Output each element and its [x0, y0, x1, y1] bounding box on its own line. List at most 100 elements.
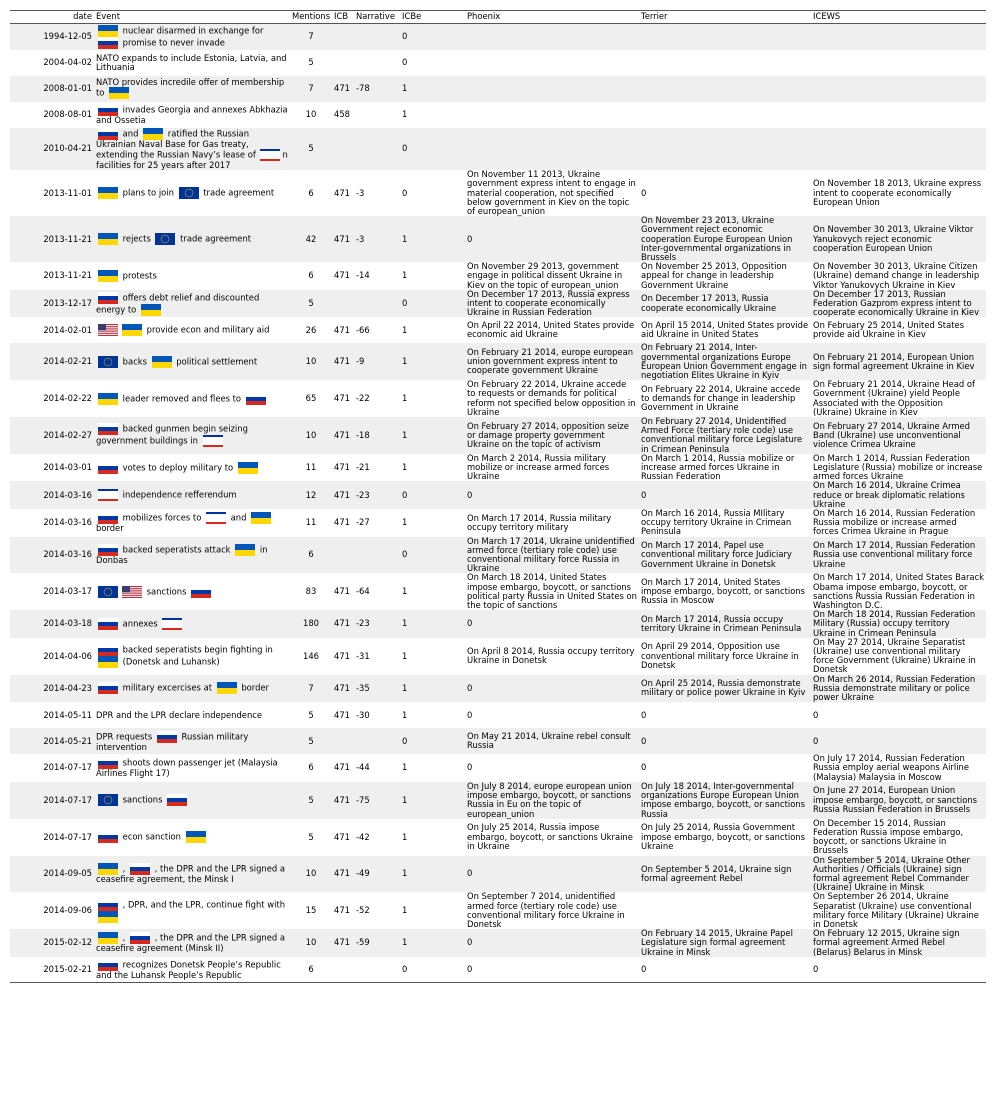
events-table: date Event Mentions ICB Narrative ICBe P… — [10, 9, 986, 984]
date-cell: 2014-03-01 — [43, 462, 92, 472]
icb-cell: 471 — [334, 709, 350, 720]
narrative-cell — [354, 50, 400, 76]
icbe-cell: 1 — [402, 794, 408, 805]
table-row: 2013-11-21 protests 6 471 -14 1 On November 2… — [10, 262, 986, 290]
date-cell: 1994-12-05 — [43, 31, 92, 42]
ukraine-flag-icon — [98, 656, 118, 669]
terrier-cell — [639, 24, 811, 50]
phoenix-cell: On July 8 2014, europe european union im… — [467, 780, 632, 819]
phoenix-cell: 0 — [467, 937, 473, 948]
header-icews: ICEWS — [811, 9, 986, 25]
icews-cell: 0 — [813, 709, 819, 720]
phoenix-cell: On March 17 2014, Ukraine unidentified a… — [467, 535, 635, 574]
ukraine-flag-icon — [237, 461, 258, 474]
narrative-cell — [354, 956, 400, 984]
icbe-cell: 1 — [402, 462, 408, 472]
mentions-cell: 5 — [308, 735, 314, 746]
mentions-cell: 7 — [308, 83, 314, 94]
icews-cell: On November 18 2013, Ukraine express int… — [813, 178, 982, 207]
event-text: recognizes Donetsk People’s Republic and… — [96, 959, 281, 980]
event-cell: econ sanction — [94, 819, 290, 856]
icb-cell: 471 — [334, 831, 350, 842]
icews-cell: On March 17 2014, Russian Federation Rus… — [813, 540, 976, 569]
icb-cell: 471 — [334, 937, 350, 948]
table-row: 2014-09-05 , , the DPR and the LPR signe… — [10, 855, 986, 893]
terrier-cell: On July 18 2014, Inter-governmental orga… — [641, 780, 805, 819]
terrier-cell: 0 — [641, 489, 647, 500]
mentions-cell: 11 — [305, 462, 317, 472]
icb-cell: 471 — [334, 233, 350, 244]
icb-cell: 471 — [334, 324, 350, 335]
terrier-cell: 0 — [641, 187, 647, 198]
icbe-cell: 1 — [402, 937, 408, 948]
date-cell: 2014-03-17 — [43, 586, 92, 597]
date-cell: 2014-03-16 — [43, 517, 92, 528]
event-cell: recognizes Donetsk People’s Republic and… — [94, 956, 290, 984]
russia-flag-icon — [98, 831, 118, 844]
terrier-cell: 0 — [639, 956, 811, 984]
event-text: plans to join — [120, 187, 177, 198]
icb-cell: 471 — [334, 462, 350, 472]
icews-cell: On December 17 2013, Russian Federation … — [813, 288, 980, 318]
icbe-cell: 1 — [402, 905, 408, 916]
event-cell: backed seperatists attack in Donbas — [94, 537, 290, 574]
icews-cell: On February 21 2014, European Union sign… — [813, 351, 975, 371]
russia-flag-icon — [191, 585, 212, 598]
date-cell: 2014-09-06 — [43, 905, 92, 916]
russia-flag-icon — [98, 36, 118, 49]
icb-cell — [332, 24, 354, 50]
icews-cell: On June 27 2014, European Union impose e… — [813, 785, 977, 814]
mentions-cell: 5 — [308, 831, 314, 842]
phoenix-cell: On December 17 2013, Russia express inte… — [467, 288, 630, 318]
mentions-cell: 6 — [308, 270, 314, 281]
mentions-cell: 65 — [305, 392, 317, 403]
mentions-cell: 10 — [305, 356, 317, 367]
icbe-cell: 1 — [402, 233, 408, 244]
icbe-cell: 0 — [402, 57, 408, 68]
ukraine-flag-icon — [140, 303, 161, 316]
crimea-flag-icon — [206, 512, 226, 525]
event-cell: , , the DPR and the LPR signed a ceasefi… — [94, 856, 290, 893]
date-cell: 2015-02-12 — [43, 937, 92, 948]
icb-cell: 471 — [334, 187, 350, 198]
event-text: (Donetsk and Luhansk) — [120, 656, 220, 667]
phoenix-cell — [465, 102, 639, 128]
mentions-cell: 10 — [305, 429, 317, 440]
icews-cell: On December 15 2014, Russian Federation … — [813, 817, 964, 856]
table-row: 2013-12-17 offers debt relief and discou… — [10, 288, 986, 318]
icews-cell: On November 30 2013, Ukraine Citizen (Uk… — [813, 261, 980, 290]
icews-cell — [811, 50, 986, 76]
terrier-cell: On November 25 2013, Opposition appeal f… — [641, 261, 787, 290]
date-cell: 2014-02-27 — [43, 429, 92, 440]
phoenix-cell: 0 — [465, 956, 639, 984]
date-cell: 2014-04-23 — [43, 682, 92, 693]
event-cell: NATO provides incredile offer of members… — [94, 76, 290, 102]
mentions-cell: 7 — [308, 31, 314, 42]
narrative-cell: -27 — [356, 517, 370, 528]
icbe-cell: 0 — [402, 187, 408, 198]
event-cell: independence refferendum — [94, 481, 290, 509]
terrier-cell: On March 1 2014, Russia mobilize or incr… — [641, 452, 795, 482]
icbe-cell: 0 — [402, 735, 408, 746]
icbe-cell: 0 — [402, 489, 408, 500]
mentions-cell: 11 — [305, 517, 317, 528]
table-row: 2014-02-22 leader removed and flees to 6… — [10, 380, 986, 417]
mentions-cell: 6 — [290, 956, 332, 984]
event-cell: shoots down passenger jet (Malaysia Airl… — [94, 754, 290, 782]
icbe-cell: 0 — [402, 297, 408, 308]
russia-flag-icon — [167, 794, 188, 807]
terrier-cell: On April 25 2014, Russia demonstrate mil… — [641, 678, 806, 698]
terrier-cell: On February 21 2014, Inter-governmental … — [641, 342, 807, 380]
date-cell: 2014-05-21 — [43, 735, 92, 746]
phoenix-cell: 0 — [467, 762, 473, 773]
phoenix-cell — [465, 24, 639, 50]
phoenix-cell: On May 21 2014, Ukraine rebel consult Ru… — [467, 731, 631, 751]
event-cell: provide econ and military aid — [94, 317, 290, 343]
russia-flag-icon — [98, 618, 118, 631]
event-cell: offers debt relief and discounted energy… — [94, 290, 290, 318]
event-cell: and ratified the Russian Ukrainian Naval… — [94, 127, 290, 170]
icb-cell: 471 — [334, 392, 350, 403]
event-text: border — [238, 682, 269, 693]
narrative-cell: -30 — [356, 709, 370, 720]
narrative-cell: -52 — [356, 905, 370, 916]
